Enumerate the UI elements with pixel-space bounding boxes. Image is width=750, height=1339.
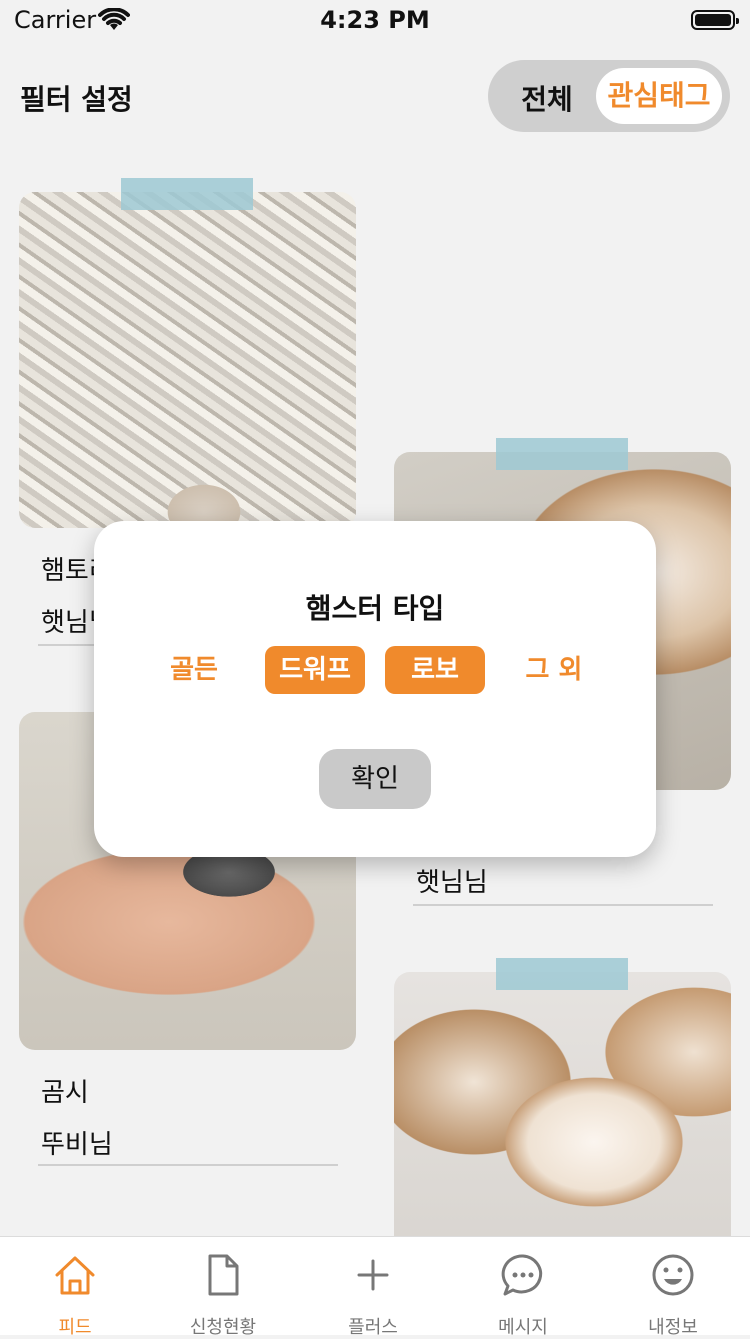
tab-my-info[interactable]: 내정보 (598, 1237, 748, 1338)
option-robo[interactable]: 로보 (385, 646, 485, 694)
filter-toggle[interactable]: 전체 관심태그 (488, 60, 730, 132)
card-author: 뚜비님 (41, 1130, 113, 1160)
tab-label: 피드 (58, 1317, 92, 1338)
plus-icon (357, 1259, 389, 1291)
clock: 4:23 PM (320, 6, 430, 34)
smiley-icon (652, 1254, 694, 1296)
option-golden[interactable]: 골든 (144, 646, 244, 694)
home-icon (55, 1256, 95, 1295)
card-title: 곰시 (41, 1078, 89, 1108)
chat-bubble-icon (501, 1254, 543, 1296)
card-divider (38, 1164, 338, 1166)
toggle-all-option[interactable]: 전체 (502, 78, 592, 118)
document-icon (208, 1254, 239, 1296)
tape-decoration (121, 178, 253, 210)
feed-card[interactable] (394, 958, 731, 1236)
tab-label: 신청현황 (189, 1317, 257, 1338)
tab-label: 메시지 (498, 1317, 548, 1338)
tab-application-status[interactable]: 신청현황 (148, 1237, 298, 1338)
hamster-type-filter-modal: 햄스터 타입 골든 드워프 로보 그 외 확인 (94, 521, 656, 857)
tab-feed[interactable]: 피드 (0, 1237, 150, 1338)
modal-title: 햄스터 타입 (305, 592, 445, 625)
tape-decoration (496, 438, 628, 470)
tab-bar: 피드 신청현황 플러스 메시지 내정보 (0, 1236, 750, 1338)
page-title: 필터 설정 (20, 83, 133, 116)
option-dwarf[interactable]: 드워프 (265, 646, 365, 694)
hamster-photo (19, 192, 356, 528)
status-bar: Carrier 4:23 PM (0, 0, 750, 40)
battery-icon (691, 10, 739, 30)
tab-plus[interactable]: 플러스 (298, 1237, 448, 1338)
option-other[interactable]: 그 외 (504, 646, 604, 694)
tab-label: 플러스 (348, 1317, 398, 1338)
tab-label: 내정보 (648, 1317, 698, 1338)
confirm-button[interactable]: 확인 (319, 749, 431, 809)
toggle-interest-tag-option[interactable]: 관심태그 (596, 68, 722, 124)
tab-messages[interactable]: 메시지 (448, 1237, 598, 1338)
tape-decoration (496, 958, 628, 990)
card-author: 햇님님 (416, 868, 488, 898)
hamster-photo (394, 972, 731, 1236)
card-divider (413, 904, 713, 906)
